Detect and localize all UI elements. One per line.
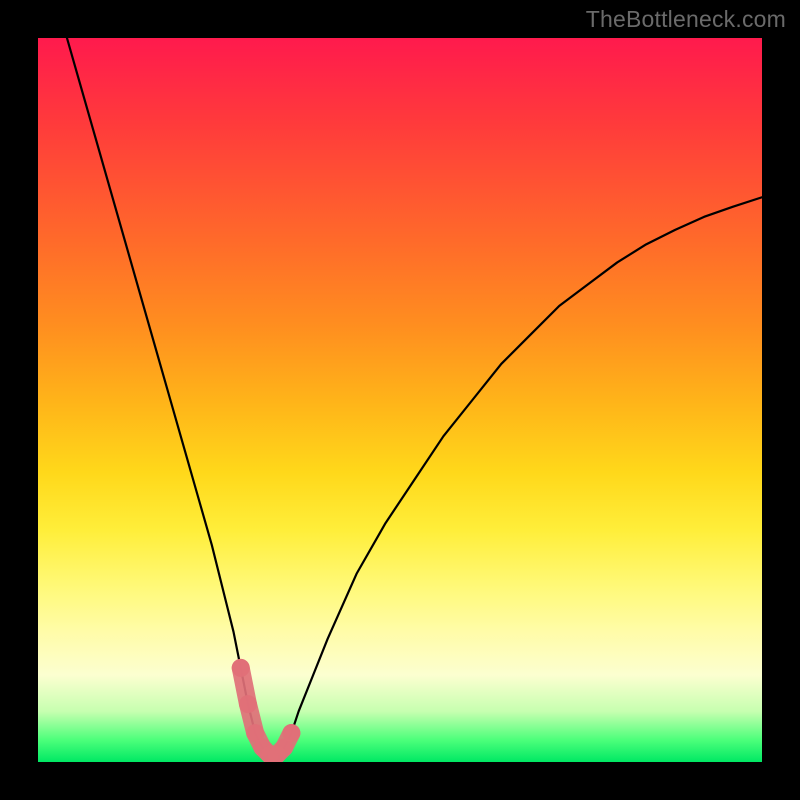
highlight-bead [282,724,300,742]
watermark-text: TheBottleneck.com [586,6,786,33]
highlight-bead [232,659,250,677]
chart-frame: TheBottleneck.com [0,0,800,800]
highlight-bead [239,695,257,713]
plot-area [38,38,762,762]
curve-layer [38,38,762,762]
bottleneck-curve [67,38,762,755]
